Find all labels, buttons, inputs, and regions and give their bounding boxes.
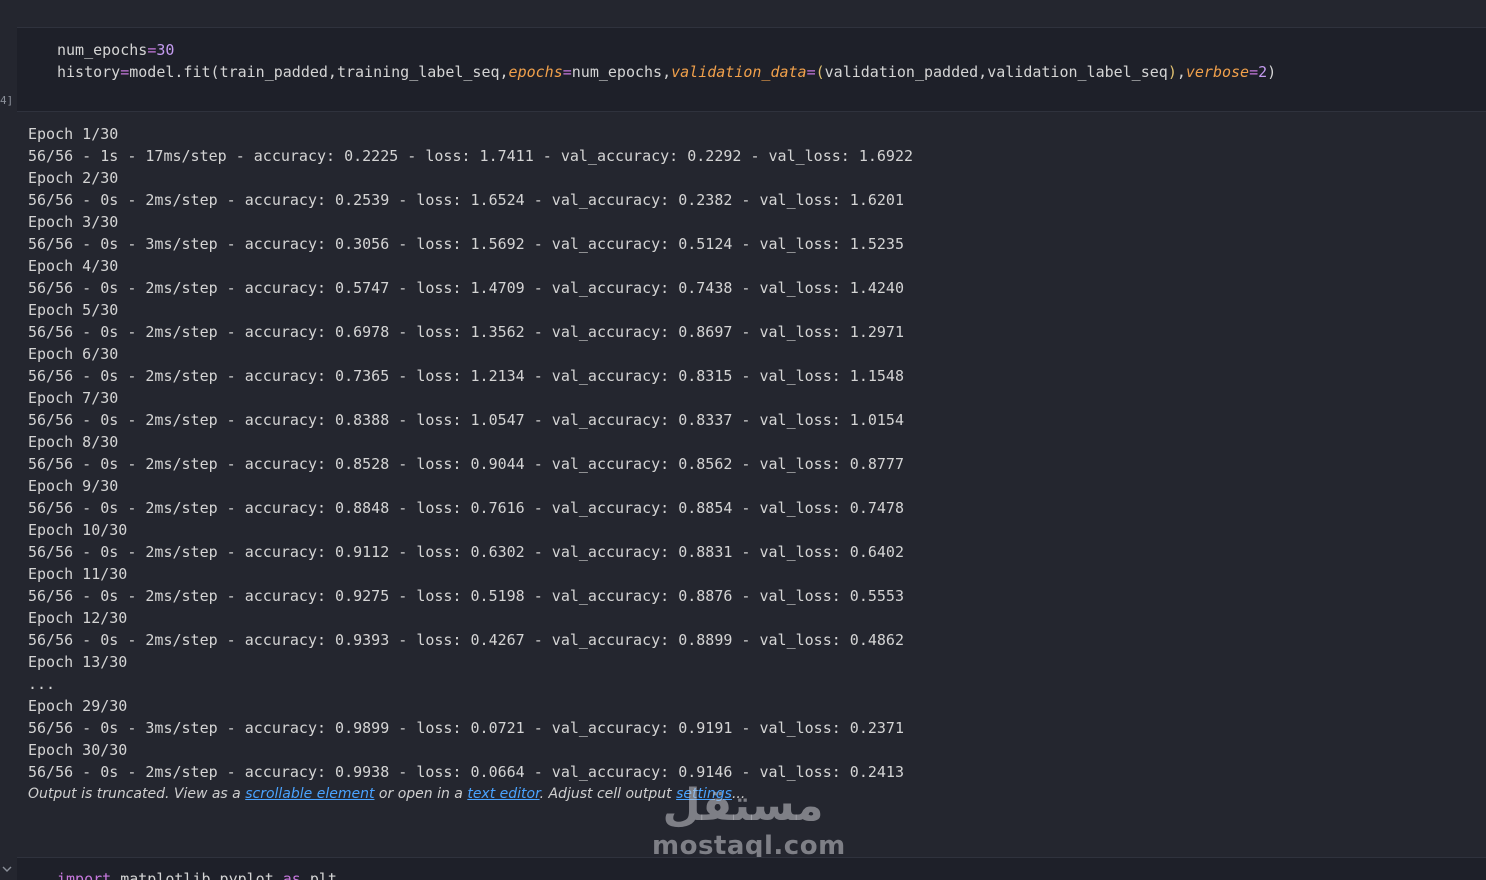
output-line: Epoch 3/30 — [28, 213, 119, 231]
truncation-mid1: or open in a — [374, 786, 468, 802]
operator-token: = — [562, 63, 572, 81]
code-cell[interactable]: 4] num_epochs=30 history=model.fit(train… — [0, 27, 1486, 112]
kwarg-epochs: epochs — [508, 63, 563, 81]
args-token: train_padded,training_label_seq, — [219, 63, 509, 81]
output-line: Epoch 1/30 — [28, 125, 119, 143]
scrollable-element-link[interactable]: scrollable element — [245, 786, 374, 802]
output-line: Epoch 8/30 — [28, 433, 119, 451]
kwarg-value: validation_padded,validation_label_seq — [824, 63, 1168, 81]
output-line: 56/56 - 0s - 2ms/step - accuracy: 0.9112… — [28, 543, 904, 561]
output-line: 56/56 - 0s - 2ms/step - accuracy: 0.2539… — [28, 191, 904, 209]
next-code-cell[interactable]: import matplotlib.pyplot as plt — [17, 857, 1486, 880]
paren-close: ) — [1167, 63, 1177, 81]
output-line: Epoch 10/30 — [28, 521, 128, 539]
var-token: num_epochs — [57, 41, 148, 59]
output-line: 56/56 - 0s - 3ms/step - accuracy: 0.9899… — [28, 719, 904, 737]
text-editor-link[interactable]: text editor — [467, 786, 539, 802]
output-line: 56/56 - 0s - 2ms/step - accuracy: 0.9938… — [28, 763, 904, 781]
output-line: 56/56 - 0s - 2ms/step - accuracy: 0.8388… — [28, 411, 904, 429]
cell-output: Epoch 1/30 56/56 - 1s - 17ms/step - accu… — [28, 123, 1468, 805]
output-line: Epoch 11/30 — [28, 565, 128, 583]
output-line: Epoch 13/30 — [28, 653, 128, 671]
kwarg-verbose: verbose — [1185, 63, 1250, 81]
operator-token: = — [147, 41, 157, 59]
kwarg-value: num_epochs, — [571, 63, 672, 81]
output-line: 56/56 - 0s - 3ms/step - accuracy: 0.3056… — [28, 235, 904, 253]
call-end: ) — [1267, 63, 1277, 81]
comma-token: , — [1176, 63, 1186, 81]
output-line: Epoch 4/30 — [28, 257, 119, 275]
execution-count: 4] — [0, 94, 12, 107]
paren-open: ( — [815, 63, 825, 81]
number-token: 2 — [1258, 63, 1268, 81]
code-line-1[interactable]: num_epochs=30 — [57, 41, 174, 59]
output-line: ... — [28, 675, 56, 693]
truncation-mid2: . Adjust cell output — [539, 786, 677, 802]
output-line: Epoch 2/30 — [28, 169, 119, 187]
operator-token: = — [806, 63, 816, 81]
output-line: Epoch 7/30 — [28, 389, 119, 407]
output-line: Epoch 29/30 — [28, 697, 128, 715]
output-line: Epoch 12/30 — [28, 609, 128, 627]
output-line: 56/56 - 0s - 2ms/step - accuracy: 0.6978… — [28, 323, 904, 341]
settings-link[interactable]: settings — [676, 786, 732, 802]
output-line: Epoch 6/30 — [28, 345, 119, 363]
truncation-suffix: ... — [731, 786, 746, 802]
output-line: 56/56 - 0s - 2ms/step - accuracy: 0.9275… — [28, 587, 904, 605]
chevron-down-icon[interactable] — [2, 862, 12, 876]
call-token: model.fit( — [129, 63, 220, 81]
operator-token: = — [120, 63, 130, 81]
kwarg-validation-data: validation_data — [671, 63, 807, 81]
code-line-2[interactable]: history=model.fit(train_padded,training_… — [57, 63, 1276, 81]
lhs-token: history — [57, 63, 121, 81]
number-token: 30 — [156, 41, 175, 59]
output-line: 56/56 - 0s - 2ms/step - accuracy: 0.7365… — [28, 367, 904, 385]
truncation-prefix: Output is truncated. View as a — [28, 786, 246, 802]
output-line: Epoch 30/30 — [28, 741, 128, 759]
output-line: 56/56 - 0s - 2ms/step - accuracy: 0.8528… — [28, 455, 904, 473]
output-line: 56/56 - 1s - 17ms/step - accuracy: 0.222… — [28, 147, 914, 165]
output-line: 56/56 - 0s - 2ms/step - accuracy: 0.8848… — [28, 499, 904, 517]
output-line: 56/56 - 0s - 2ms/step - accuracy: 0.5747… — [28, 279, 904, 297]
truncation-notice: Output is truncated. View as a scrollabl… — [28, 786, 745, 802]
operator-token: = — [1249, 63, 1259, 81]
output-line: Epoch 9/30 — [28, 477, 119, 495]
output-line: Epoch 5/30 — [28, 301, 119, 319]
watermark-latin: mostaql.com — [652, 831, 846, 861]
output-line: 56/56 - 0s - 2ms/step - accuracy: 0.9393… — [28, 631, 904, 649]
